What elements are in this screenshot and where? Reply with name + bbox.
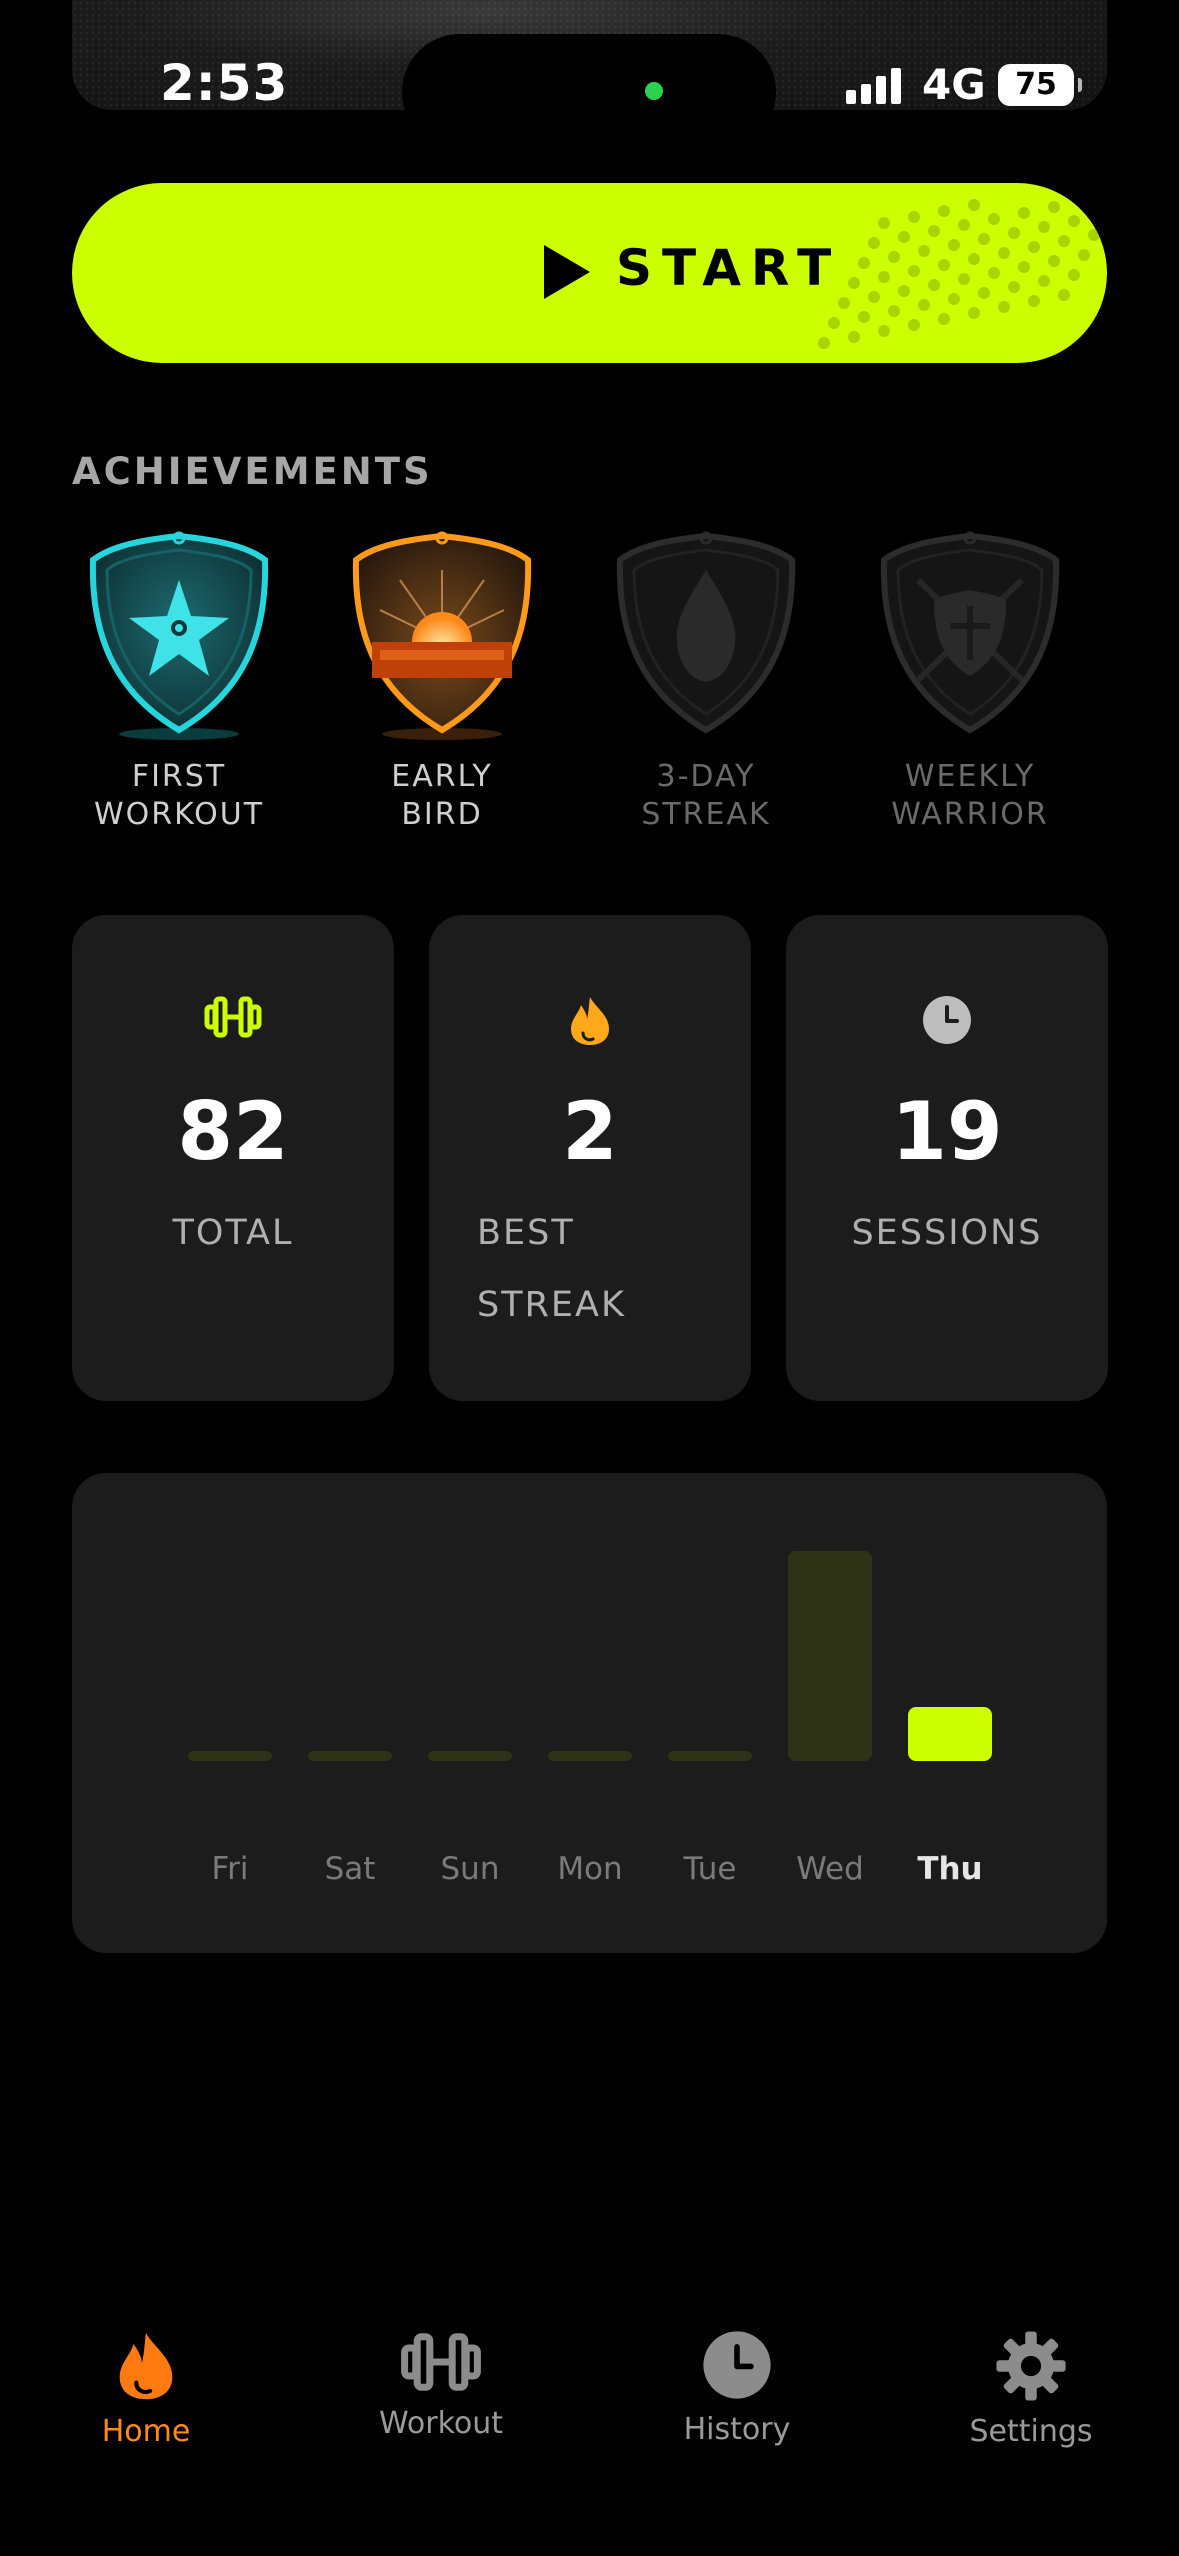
star-shield-icon <box>89 531 269 740</box>
gear-icon <box>996 2331 1066 2401</box>
tab-home[interactable]: Home <box>36 2330 256 2449</box>
battery-icon: 75 <box>998 64 1082 106</box>
bar-tue <box>668 1751 752 1761</box>
dot-pattern-icon <box>818 199 1100 349</box>
stat-value: 19 <box>891 1085 1003 1178</box>
stat-label: SESSIONS <box>851 1213 1043 1253</box>
tab-label: Home <box>101 2414 191 2449</box>
flame-icon <box>571 997 609 1045</box>
stat-card-total: 82 TOTAL <box>72 915 394 1401</box>
flame-shield-icon <box>616 531 796 734</box>
achievements-title: ACHIEVEMENTS <box>72 450 433 493</box>
stat-card-sessions: 19 SESSIONS <box>786 915 1108 1401</box>
bar-sat <box>308 1751 392 1761</box>
day-label-tue: Tue <box>683 1851 737 1887</box>
badge-label: 3-DAY STREAK <box>641 759 771 832</box>
badge-early-bird[interactable]: EARLY BIRD <box>327 530 557 834</box>
stat-value: 82 <box>177 1085 289 1178</box>
tab-bar: Home Workout History Settings <box>0 2300 1179 2556</box>
day-label-thu: Thu <box>917 1851 982 1887</box>
dumbbell-icon <box>401 2333 481 2391</box>
bar-mon <box>548 1751 632 1761</box>
tab-label: Workout <box>378 2406 504 2441</box>
badge-weekly-warrior[interactable]: WEEKLY WARRIOR <box>855 530 1085 834</box>
bar-sun <box>428 1751 512 1761</box>
weekly-bar-chart: Fri Sat Sun Mon Tue Wed Thu <box>188 1551 992 1887</box>
day-label-mon: Mon <box>557 1851 622 1887</box>
weekly-chart: Fri Sat Sun Mon Tue Wed Thu <box>72 1473 1107 1953</box>
start-button[interactable]: START <box>72 183 1107 363</box>
flame-icon <box>119 2332 173 2400</box>
network-type: 4G <box>922 60 986 109</box>
bar-fri <box>188 1751 272 1761</box>
bar-thu <box>908 1707 992 1761</box>
start-label: START <box>616 239 842 297</box>
badge-label: WEEKLY WARRIOR <box>891 759 1049 832</box>
day-label-sat: Sat <box>325 1851 376 1887</box>
camera-indicator <box>645 82 663 100</box>
tab-workout[interactable]: Workout <box>331 2330 551 2441</box>
tab-history[interactable]: History <box>627 2330 847 2447</box>
badge-3-day-streak[interactable]: 3-DAY STREAK <box>591 530 821 834</box>
stat-label: TOTAL <box>172 1213 294 1253</box>
clock-icon <box>703 2331 771 2399</box>
tab-label: Settings <box>969 2414 1093 2449</box>
sunrise-shield-icon <box>352 531 532 740</box>
status-time: 2:53 <box>160 54 289 112</box>
dynamic-island <box>402 34 776 150</box>
dumbbell-icon <box>204 996 262 1038</box>
warrior-shield-icon <box>880 531 1060 734</box>
stat-label: BEST STREAK <box>477 1213 626 1325</box>
bar-wed <box>788 1551 872 1761</box>
badge-first-workout[interactable]: FIRST WORKOUT <box>64 530 294 834</box>
day-label-fri: Fri <box>212 1851 249 1887</box>
clock-icon <box>923 996 971 1044</box>
stat-value: 2 <box>562 1085 618 1178</box>
tab-settings[interactable]: Settings <box>921 2330 1141 2449</box>
badge-label: EARLY BIRD <box>391 759 493 832</box>
tab-label: History <box>683 2412 791 2447</box>
play-icon <box>544 245 590 299</box>
badge-label: FIRST WORKOUT <box>93 759 265 832</box>
day-label-sun: Sun <box>441 1851 500 1887</box>
stat-card-best-streak: 2 BEST STREAK <box>429 915 751 1401</box>
day-label-wed: Wed <box>796 1851 864 1887</box>
signal-icon <box>846 68 901 104</box>
